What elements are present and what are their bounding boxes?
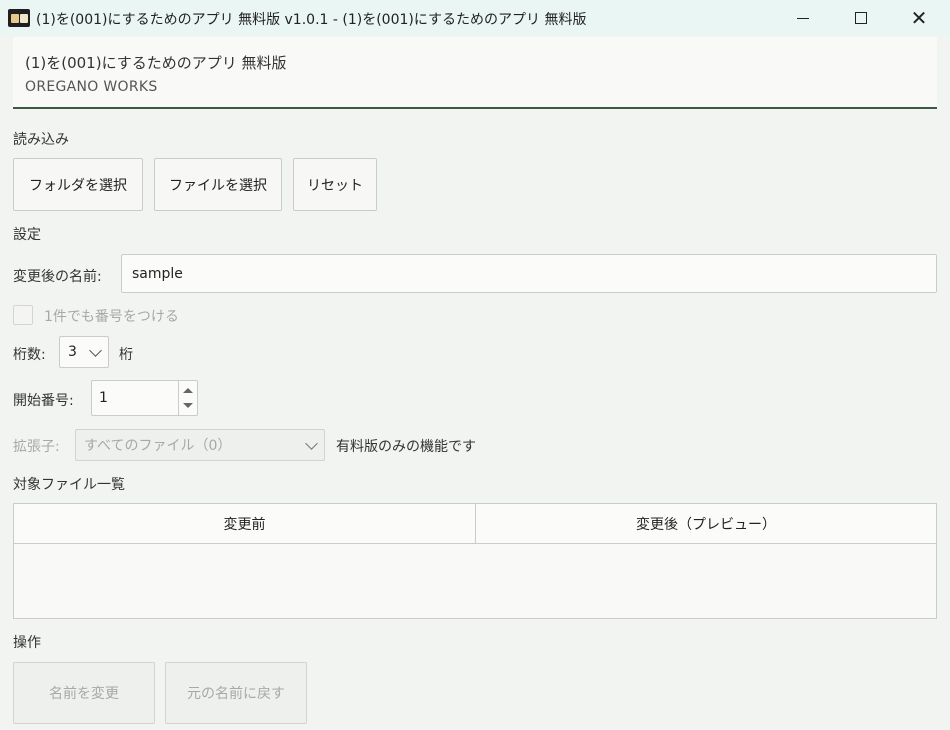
table-header: 変更前 変更後（プレビュー） — [14, 504, 936, 544]
select-file-button[interactable]: ファイルを選択 — [154, 158, 282, 211]
minimize-icon — [797, 17, 809, 19]
new-name-label: 変更後の名前: — [13, 269, 102, 285]
number-even-one-checkbox[interactable] — [13, 305, 33, 325]
settings-section-label: 設定 — [13, 227, 41, 243]
digits-value: 3 — [68, 344, 77, 360]
extension-select[interactable]: すべてのファイル（0） — [75, 429, 325, 461]
close-icon: ✕ — [910, 6, 928, 30]
digits-select[interactable]: 3 — [59, 336, 109, 368]
start-number-label: 開始番号: — [13, 393, 74, 409]
minimize-button[interactable] — [774, 0, 832, 36]
column-header-before[interactable]: 変更前 — [14, 504, 476, 543]
load-section-label: 読み込み — [13, 132, 69, 148]
select-folder-button[interactable]: フォルダを選択 — [13, 158, 143, 211]
maximize-icon — [855, 12, 867, 24]
app-header: (1)を(001)にするためのアプリ 無料版 OREGANO WORKS — [13, 37, 937, 109]
title-bar[interactable]: (1)を(001)にするためのアプリ 無料版 v1.0.1 - (1)を(001… — [0, 0, 950, 36]
file-list-table[interactable]: 変更前 変更後（プレビュー） — [13, 503, 937, 619]
digits-label: 桁数: — [13, 347, 46, 363]
column-header-after-preview[interactable]: 変更後（プレビュー） — [476, 504, 936, 543]
file-list-label: 対象ファイル一覧 — [13, 477, 125, 493]
window-title: (1)を(001)にするためのアプリ 無料版 v1.0.1 - (1)を(001… — [36, 12, 587, 28]
digits-unit-label: 桁 — [119, 347, 133, 363]
spin-up-icon[interactable] — [183, 388, 193, 393]
start-number-spinner[interactable]: 1 — [91, 380, 198, 416]
number-even-one-label: 1件でも番号をつける — [44, 309, 179, 325]
chevron-down-icon — [305, 437, 318, 450]
extension-label: 拡張子: — [13, 439, 60, 455]
extension-value: すべてのファイル（0） — [84, 438, 232, 454]
spinner-arrows[interactable] — [178, 381, 197, 415]
reset-button[interactable]: リセット — [293, 158, 377, 211]
spin-down-icon[interactable] — [183, 403, 193, 408]
chevron-down-icon — [89, 344, 102, 357]
rename-button[interactable]: 名前を変更 — [13, 662, 155, 724]
operations-label: 操作 — [13, 635, 41, 651]
app-header-subtitle: OREGANO WORKS — [25, 79, 158, 95]
app-header-title: (1)を(001)にするためのアプリ 無料版 — [25, 54, 287, 72]
app-icon — [8, 9, 30, 27]
restore-name-button[interactable]: 元の名前に戻す — [165, 662, 307, 724]
new-name-input[interactable]: sample — [121, 254, 937, 293]
start-number-value: 1 — [99, 390, 108, 406]
maximize-button[interactable] — [832, 0, 890, 36]
close-button[interactable]: ✕ — [890, 0, 948, 36]
extension-note: 有料版のみの機能です — [336, 439, 476, 455]
